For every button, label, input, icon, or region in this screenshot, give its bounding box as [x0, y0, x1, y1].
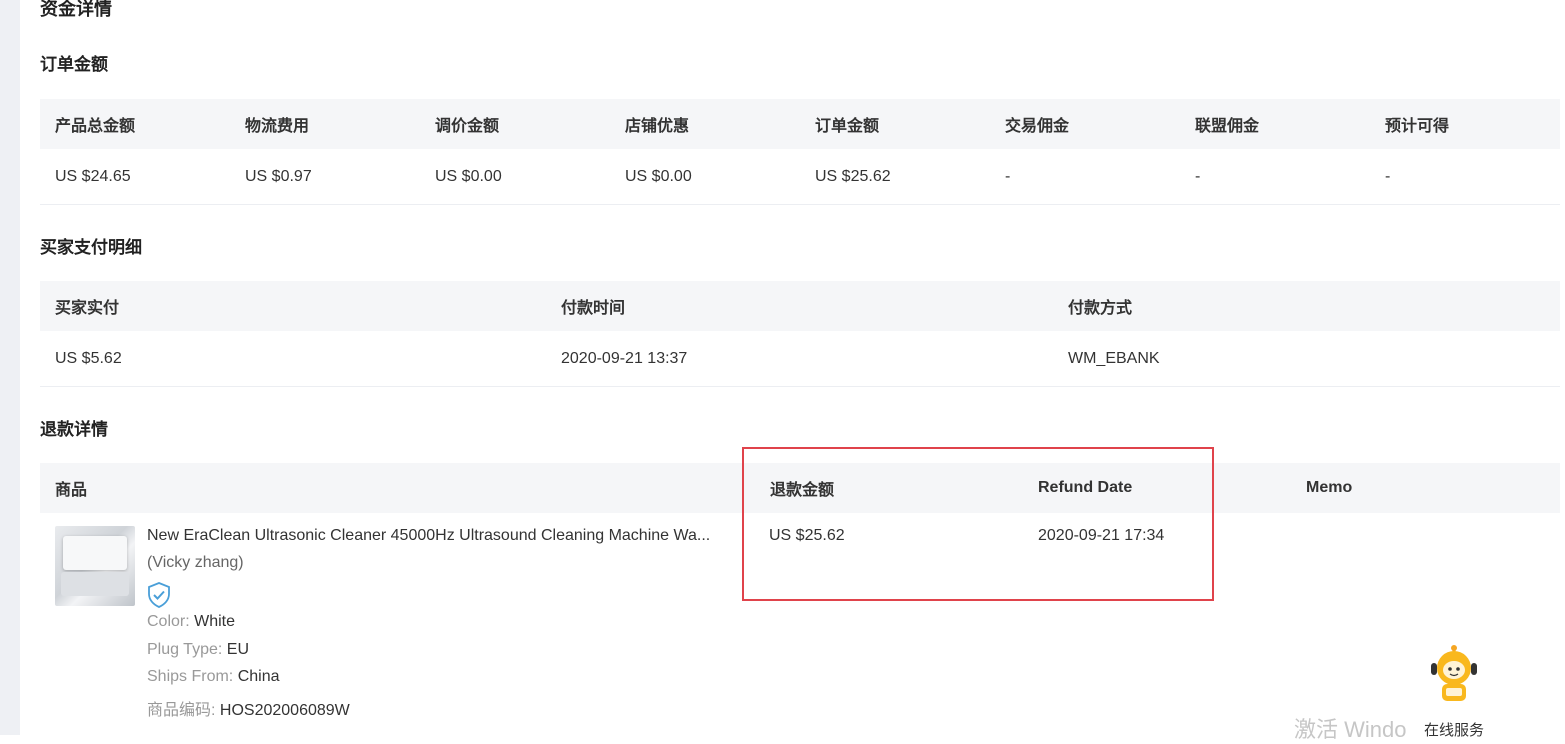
order-amount-title: 订单金额	[40, 55, 108, 74]
header-product-total: 产品总金额	[55, 118, 136, 135]
value-pay-method: WM_EBANK	[1068, 349, 1160, 367]
header-commission: 交易佣金	[1005, 118, 1070, 135]
left-rail	[0, 0, 20, 735]
buyer-payment-row: US $5.62 2020-09-21 13:37 WM_EBANK	[40, 331, 1560, 387]
header-pay-method: 付款方式	[1068, 300, 1133, 317]
value-shipping: US $0.97	[245, 167, 312, 185]
header-shipping: 物流费用	[245, 118, 310, 135]
buyer-payment-table: 买家实付 付款时间 付款方式 US $5.62 2020-09-21 13:37…	[40, 281, 1560, 387]
value-product-total: US $24.65	[55, 167, 131, 185]
header-memo: Memo	[1306, 479, 1353, 496]
refund-title: 退款详情	[40, 420, 108, 439]
value-affiliate: -	[1195, 167, 1201, 185]
header-estimated: 预计可得	[1385, 118, 1450, 135]
header-paid: 买家实付	[55, 300, 120, 317]
header-order-amount: 订单金额	[815, 118, 880, 135]
buyer-payment-header-row: 买家实付 付款时间 付款方式	[40, 281, 1560, 331]
product-seller: (Vicky zhang)	[147, 554, 244, 571]
verified-shield-icon	[148, 582, 170, 608]
order-amount-row: US $24.65 US $0.97 US $0.00 US $0.00 US …	[40, 149, 1560, 205]
robot-mascot-icon[interactable]	[1425, 644, 1483, 704]
value-pay-time: 2020-09-21 13:37	[561, 349, 688, 367]
value-estimated: -	[1385, 167, 1391, 185]
product-thumbnail[interactable]	[55, 526, 135, 606]
value-order-amount: US $25.62	[815, 167, 891, 185]
value-adjustment: US $0.00	[435, 167, 502, 185]
attr-color: Color: White	[147, 613, 236, 630]
attr-ships-from: Ships From: China	[147, 668, 280, 685]
value-commission: -	[1005, 167, 1011, 185]
header-product: 商品	[55, 482, 88, 499]
online-service-label[interactable]: 在线服务	[1424, 719, 1484, 740]
value-paid: US $5.62	[55, 349, 122, 367]
header-adjustment: 调价金额	[435, 118, 500, 135]
order-amount-header-row: 产品总金额 物流费用 调价金额 店铺优惠 订单金额 交易佣金 联盟佣金 预计可得	[40, 99, 1560, 149]
page-title: 资金详情	[40, 0, 112, 19]
buyer-payment-title: 买家支付明细	[40, 238, 142, 257]
product-title-link[interactable]: New EraClean Ultrasonic Cleaner 45000Hz …	[147, 527, 737, 545]
highlight-box	[742, 447, 1214, 601]
header-affiliate: 联盟佣金	[1195, 118, 1260, 135]
attr-sku: 商品编码: HOS202006089W	[147, 702, 350, 719]
value-store-discount: US $0.00	[625, 167, 692, 185]
header-pay-time: 付款时间	[561, 300, 626, 317]
activation-watermark: 激活 Windo	[1294, 717, 1407, 742]
attr-plug-type: Plug Type: EU	[147, 641, 249, 658]
header-store-discount: 店铺优惠	[625, 118, 690, 135]
order-amount-table: 产品总金额 物流费用 调价金额 店铺优惠 订单金额 交易佣金 联盟佣金 预计可得…	[40, 99, 1560, 205]
